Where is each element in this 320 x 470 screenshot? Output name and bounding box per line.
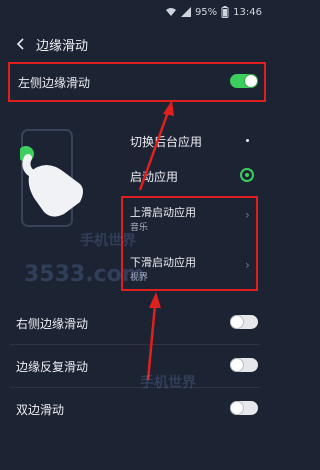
watermark: 3533.com (24, 262, 145, 287)
watermark-cn: 手机世界 (80, 233, 136, 249)
watermark-cn: 手机世界 (140, 375, 196, 391)
